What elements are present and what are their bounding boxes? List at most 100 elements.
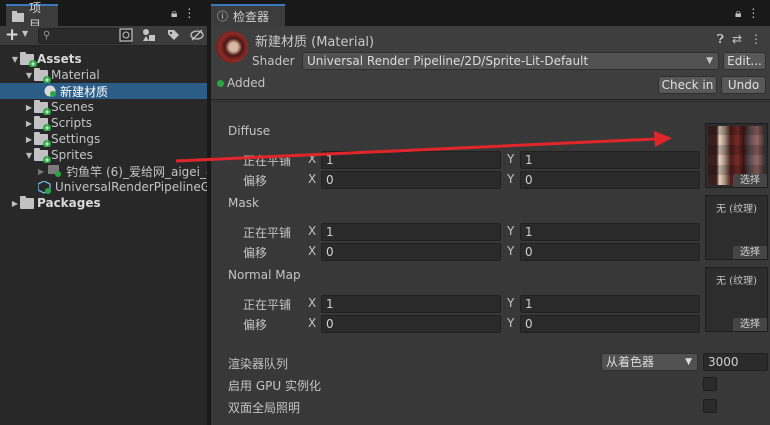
expand-arrow-icon[interactable]: ▼ (24, 71, 34, 80)
expand-arrow-icon[interactable]: ▼ (10, 55, 20, 64)
material-properties: Diffuse 选择 正在平铺 X 1 Y 1 偏移 X 0 Y 0 Mask … (211, 101, 770, 425)
more-menu-icon[interactable]: ⋮ (750, 32, 762, 47)
collapsed-arrow-icon[interactable]: ▶ (24, 135, 34, 144)
collapsed-arrow-icon[interactable]: ▶ (24, 103, 34, 112)
mask-tiling-x-field[interactable]: 1 (321, 223, 501, 241)
diffuse-offset-x-field[interactable]: 0 (321, 171, 501, 189)
diffuse-tiling-y-field[interactable]: 1 (520, 151, 700, 169)
filter-type-icon[interactable] (142, 28, 158, 44)
axis-y-label: Y (507, 224, 515, 238)
axis-x-label: X (308, 172, 317, 186)
diffuse-tiling-label: 正在平铺 (243, 154, 292, 168)
search-by-type-icon[interactable] (119, 28, 135, 44)
tree-item-scripts[interactable]: ▶ + Scripts (0, 115, 207, 131)
chevron-down-icon: ▼ (685, 357, 692, 367)
axis-x-label: X (308, 316, 317, 330)
tree-item-urp-global-settings[interactable]: UniversalRenderPipelineGl (0, 179, 207, 195)
tree-item-sprite-asset[interactable]: ▶ 钓鱼竿 (6)_爱给网_aigei_c (0, 163, 207, 179)
sprite-icon (48, 165, 62, 177)
normal-map-tiling-x-field[interactable]: 1 (321, 295, 501, 313)
axis-x-label: X (308, 152, 317, 166)
asset-cube-icon (37, 179, 52, 194)
diffuse-offset-label: 偏移 (243, 174, 268, 188)
axis-x-label: X (308, 296, 317, 310)
create-button[interactable]: + (5, 27, 19, 44)
tree-item-new-material[interactable]: 新建材质 (0, 83, 207, 99)
render-queue-value-field[interactable]: 3000 (703, 353, 768, 371)
label-tag-icon[interactable] (166, 28, 182, 44)
mask-offset-y-field[interactable]: 0 (520, 243, 700, 261)
axis-y-label: Y (507, 244, 515, 258)
double-sided-gi-label: 双面全局照明 (228, 401, 301, 415)
diffuse-select-button[interactable]: 选择 (733, 174, 767, 187)
folder-tab-icon (12, 10, 24, 22)
inspector-panel: ⓘ 检查器 🔒︎ ⋮ 新建材质 (Material) ❓︎ ⇄ ⋮ Shader… (211, 0, 770, 425)
gpu-instancing-checkbox[interactable] (703, 377, 717, 391)
tree-item-assets[interactable]: ▼ + Assets (0, 51, 207, 67)
hidden-packages-icon[interactable] (190, 28, 206, 44)
render-queue-dropdown[interactable]: 从着色器 ▼ (601, 353, 698, 371)
tree-item-packages[interactable]: ▶ Packages (0, 195, 207, 211)
more-menu-icon[interactable]: ⋮ (183, 6, 195, 21)
normal-map-texture-none: 无 (纹理) (716, 276, 757, 287)
axis-x-label: X (308, 244, 317, 258)
chevron-down-icon[interactable]: ▼ (22, 29, 28, 38)
tree-item-scenes[interactable]: ▶ + Scenes (0, 99, 207, 115)
help-icon[interactable]: ❓︎ (717, 32, 724, 47)
collapsed-arrow-icon[interactable]: ▶ (10, 199, 20, 208)
folder-icon: + (34, 115, 51, 131)
double-sided-gi-checkbox[interactable] (703, 399, 717, 413)
chevron-down-icon: ▼ (706, 56, 713, 66)
mask-offset-label: 偏移 (243, 246, 268, 260)
lock-icon[interactable]: 🔒︎ (735, 6, 741, 21)
folder-icon: + (34, 99, 51, 115)
diffuse-tiling-x-field[interactable]: 1 (321, 151, 501, 169)
folder-icon (20, 195, 34, 209)
preset-icon[interactable]: ⇄ (732, 32, 742, 47)
tab-project[interactable]: 项目 (6, 1, 58, 32)
diffuse-texture-slot[interactable]: 选择 (705, 123, 768, 188)
diffuse-offset-y-field[interactable]: 0 (520, 171, 700, 189)
undo-button[interactable]: Undo (721, 76, 766, 94)
shader-dropdown[interactable]: Universal Render Pipeline/2D/Sprite-Lit-… (302, 52, 719, 70)
axis-y-label: Y (507, 296, 515, 310)
search-icon: ⚲ (43, 30, 51, 41)
tree-item-settings[interactable]: ▶ + Settings (0, 131, 207, 147)
more-menu-icon[interactable]: ⋮ (747, 6, 759, 21)
diffuse-label: Diffuse (228, 124, 271, 138)
folder-icon: + (34, 131, 51, 147)
added-status-icon (217, 79, 224, 87)
vcs-status: Added (217, 76, 265, 90)
mask-offset-x-field[interactable]: 0 (321, 243, 501, 261)
tree-item-sprites[interactable]: ▼ + Sprites (0, 147, 207, 163)
project-tab-bar: 项目 🔒︎ ⋮ (0, 0, 207, 32)
normal-map-offset-x-field[interactable]: 0 (321, 315, 501, 333)
collapsed-arrow-icon[interactable]: ▶ (38, 167, 44, 176)
axis-y-label: Y (507, 152, 515, 166)
collapsed-arrow-icon[interactable]: ▶ (24, 119, 34, 128)
render-queue-label: 渲染器队列 (228, 357, 289, 371)
inspector-tab-bar: ⓘ 检查器 🔒︎ ⋮ (211, 0, 770, 26)
normal-map-tiling-label: 正在平铺 (243, 298, 292, 312)
shader-label: Shader (252, 54, 295, 68)
mask-select-button[interactable]: 选择 (733, 246, 767, 259)
mask-texture-slot[interactable]: 无 (纹理) 选择 (705, 195, 768, 260)
tree-item-material[interactable]: ▼ + Material (0, 67, 207, 83)
axis-x-label: X (308, 224, 317, 238)
search-input[interactable]: ⚲ (38, 28, 132, 44)
normal-map-select-button[interactable]: 选择 (733, 318, 767, 331)
tab-inspector[interactable]: ⓘ 检查器 (211, 4, 285, 26)
axis-y-label: Y (507, 172, 515, 186)
mask-tiling-y-field[interactable]: 1 (520, 223, 700, 241)
axis-y-label: Y (507, 316, 515, 330)
normal-map-tiling-y-field[interactable]: 1 (520, 295, 700, 313)
shader-edit-button[interactable]: Edit... (723, 52, 766, 70)
divider (211, 101, 770, 102)
expand-arrow-icon[interactable]: ▼ (24, 151, 34, 160)
normal-map-texture-slot[interactable]: 无 (纹理) 选择 (705, 267, 768, 332)
normal-map-offset-y-field[interactable]: 0 (520, 315, 700, 333)
mask-texture-none: 无 (纹理) (716, 204, 757, 215)
material-title: 新建材质 (Material) (255, 35, 375, 50)
lock-icon[interactable]: 🔒︎ (171, 6, 177, 21)
checkin-button[interactable]: Check in (658, 76, 717, 94)
